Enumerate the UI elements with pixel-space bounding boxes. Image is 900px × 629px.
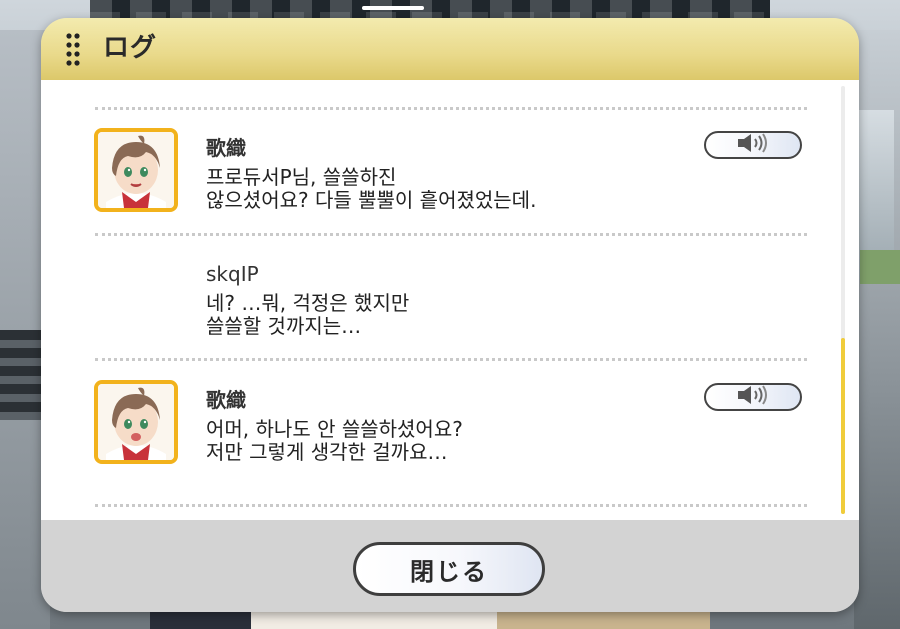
speaker-name: 歌織 [206,136,246,160]
character-portrait [94,128,178,212]
grip-dots-icon[interactable] [65,32,81,66]
entry-divider [95,233,807,236]
entry-divider [95,504,807,507]
dialog-header: ログ [41,18,859,80]
voice-play-button[interactable] [704,131,802,159]
speaker-name: skqIP [206,262,259,286]
scrollbar-thumb[interactable] [841,338,845,514]
top-handle-bar [362,6,424,10]
speaker-name: 歌織 [206,388,246,412]
dialog-footer: 閉じる [41,520,859,612]
speaker-icon [736,133,770,157]
entry-divider [95,107,807,110]
dialogue-line: 쓸쓸할 것까지는… [206,314,362,338]
log-scrollbar[interactable] [841,86,845,514]
background-seats [0,330,46,420]
speaker-icon [736,385,770,409]
dialogue-line: 프로듀서P님, 쓸쓸하진 [206,165,397,189]
dialog-title: ログ [103,33,158,63]
close-button[interactable]: 閉じる [353,542,545,596]
dialogue-line: 저만 그렇게 생각한 걸까요… [206,440,448,464]
character-portrait [94,380,178,464]
log-dialog: ログ 歌織 프로듀서P님, 쓸쓸하진 않으셨어요? 다들 뿔뿔이 흩어졌었는데.… [41,18,859,612]
dialogue-line: 않으셨어요? 다들 뿔뿔이 흩어졌었는데. [206,188,537,212]
log-list[interactable]: 歌織 프로듀서P님, 쓸쓸하진 않으셨어요? 다들 뿔뿔이 흩어졌었는데. sk… [41,80,859,520]
dialogue-line: 네? …뭐, 걱정은 했지만 [206,291,410,315]
dialogue-line: 어머, 하나도 안 쓸쓸하셨어요? [206,417,463,441]
entry-divider [95,358,807,361]
voice-play-button[interactable] [704,383,802,411]
background-greenery [860,250,900,284]
